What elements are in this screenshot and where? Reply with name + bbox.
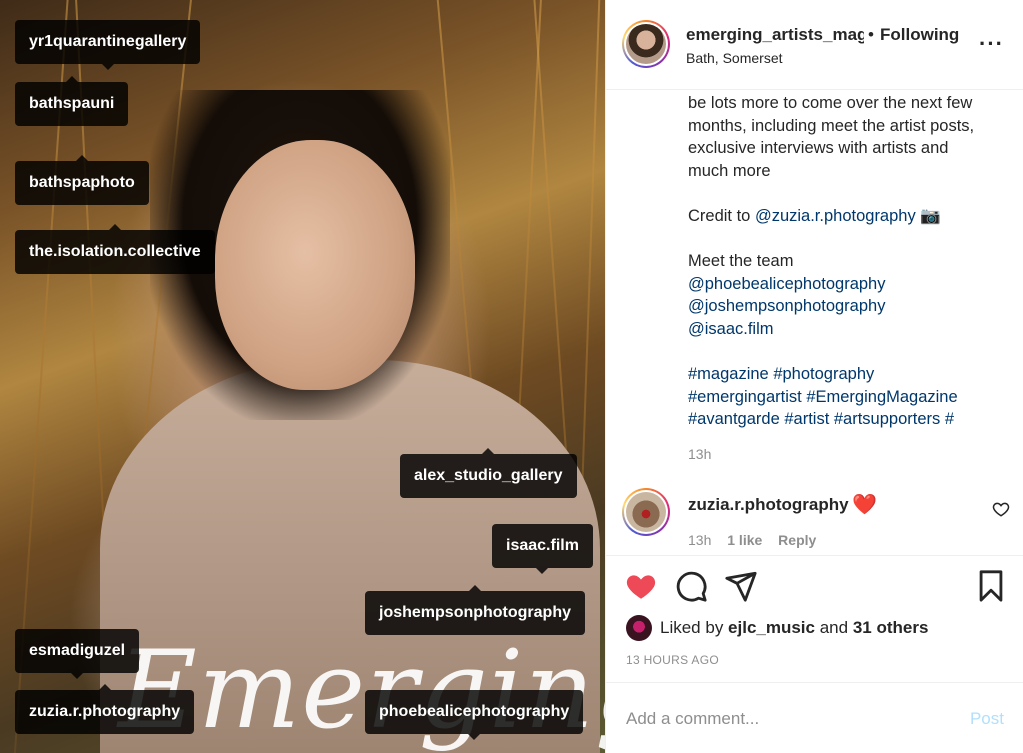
photo-tag[interactable]: esmadiguzel [15, 629, 140, 679]
credit-line: Credit to @zuzia.r.photography 📷 [688, 205, 1008, 228]
camera-emoji: 📷 [920, 206, 941, 225]
comment-input[interactable] [626, 703, 946, 735]
hashtag-link[interactable]: #artsupporters [834, 410, 940, 428]
team-mention-link[interactable]: @isaac.film [688, 320, 774, 338]
heart-emoji: ❤️ [852, 494, 877, 516]
hashtag-link[interactable]: #EmergingMagazine [806, 388, 957, 406]
liked-by-text: Liked by ejlc_music and 31 others [660, 618, 928, 638]
photo-tag[interactable]: zuzia.r.photography [15, 684, 195, 734]
photo-tag[interactable]: bathspaphoto [15, 155, 149, 205]
photo-tag[interactable]: yr1quarantinegallery [15, 20, 201, 70]
others-count-link[interactable]: 31 others [853, 618, 929, 637]
hashtag-link[interactable]: #photography [773, 365, 874, 383]
liker-avatar[interactable] [626, 615, 652, 641]
post-comment-button[interactable]: Post [970, 709, 1004, 729]
caption-timestamp[interactable]: 13h [688, 446, 711, 462]
team-mention-link[interactable]: @joshempsonphotography [688, 297, 885, 315]
face [215, 140, 415, 390]
following-button[interactable]: Following [880, 25, 959, 45]
post-caption: be lots more to come over the next few m… [688, 92, 1008, 431]
post-timestamp[interactable]: 13 HOURS AGO [626, 653, 719, 667]
post-photo[interactable]: Emerging yr1quarantinegallery bathspauni… [0, 0, 605, 753]
liker-username[interactable]: ejlc_music [728, 618, 815, 637]
comment-icon[interactable] [674, 569, 708, 603]
save-bookmark-icon[interactable] [974, 569, 1008, 603]
more-options-icon[interactable]: ··· [979, 33, 1004, 55]
separator-dot: • [868, 25, 874, 44]
caption-line: much more [688, 161, 771, 180]
photo-tag[interactable]: the.isolation.collective [15, 224, 215, 274]
comment-like-heart-icon[interactable] [992, 500, 1010, 518]
comment-likes[interactable]: 1 like [727, 532, 762, 548]
like-heart-icon[interactable] [624, 569, 658, 603]
action-bar [606, 557, 1023, 613]
comment-item: zuzia.r.photography ❤️ 13h 1 like Reply [606, 480, 1023, 556]
commenter-avatar[interactable] [622, 488, 670, 536]
reply-button[interactable]: Reply [778, 532, 816, 548]
hashtag-link[interactable]: # [945, 410, 954, 428]
hashtag-link[interactable]: #emergingartist [688, 388, 802, 406]
post-header: emerging_artists_magazine • Following Ba… [606, 0, 1023, 90]
author-username[interactable]: emerging_artists_magazine [686, 25, 864, 45]
comment-time[interactable]: 13h [688, 532, 711, 548]
liked-by-row: Liked by ejlc_music and 31 others [606, 612, 1023, 644]
hashtag-link[interactable]: #avantgarde [688, 410, 780, 428]
caption-line: months, including meet the artist posts, [688, 116, 975, 135]
post-side-panel: emerging_artists_magazine • Following Ba… [605, 0, 1023, 753]
photo-tag[interactable]: joshempsonphotography [365, 585, 585, 635]
credit-prefix: Credit to [688, 206, 755, 225]
credit-mention-link[interactable]: @zuzia.r.photography [755, 207, 916, 225]
add-comment-form: Post [606, 682, 1023, 753]
team-mention-link[interactable]: @phoebealicephotography [688, 275, 885, 293]
team-heading: Meet the team [688, 252, 794, 271]
hashtag-link[interactable]: #magazine [688, 365, 769, 383]
photo-tag[interactable]: bathspauni [15, 76, 129, 126]
author-avatar[interactable] [622, 20, 670, 68]
commenter-username[interactable]: zuzia.r.photography [688, 495, 849, 515]
caption-line: be lots more to come over the next few [688, 94, 973, 112]
share-paper-plane-icon[interactable] [724, 569, 758, 603]
photo-tag[interactable]: alex_studio_gallery [400, 448, 577, 498]
comment-meta: 13h 1 like Reply [688, 532, 828, 548]
caption-line: exclusive interviews with artists and [688, 139, 949, 158]
photo-tag[interactable]: phoebealicephotography [365, 690, 584, 740]
liked-by-middle: and [815, 618, 853, 637]
post-location[interactable]: Bath, Somerset [686, 50, 783, 66]
liked-by-prefix: Liked by [660, 618, 729, 637]
hashtag-link[interactable]: #artist [784, 410, 829, 428]
photo-tag[interactable]: isaac.film [492, 524, 593, 574]
